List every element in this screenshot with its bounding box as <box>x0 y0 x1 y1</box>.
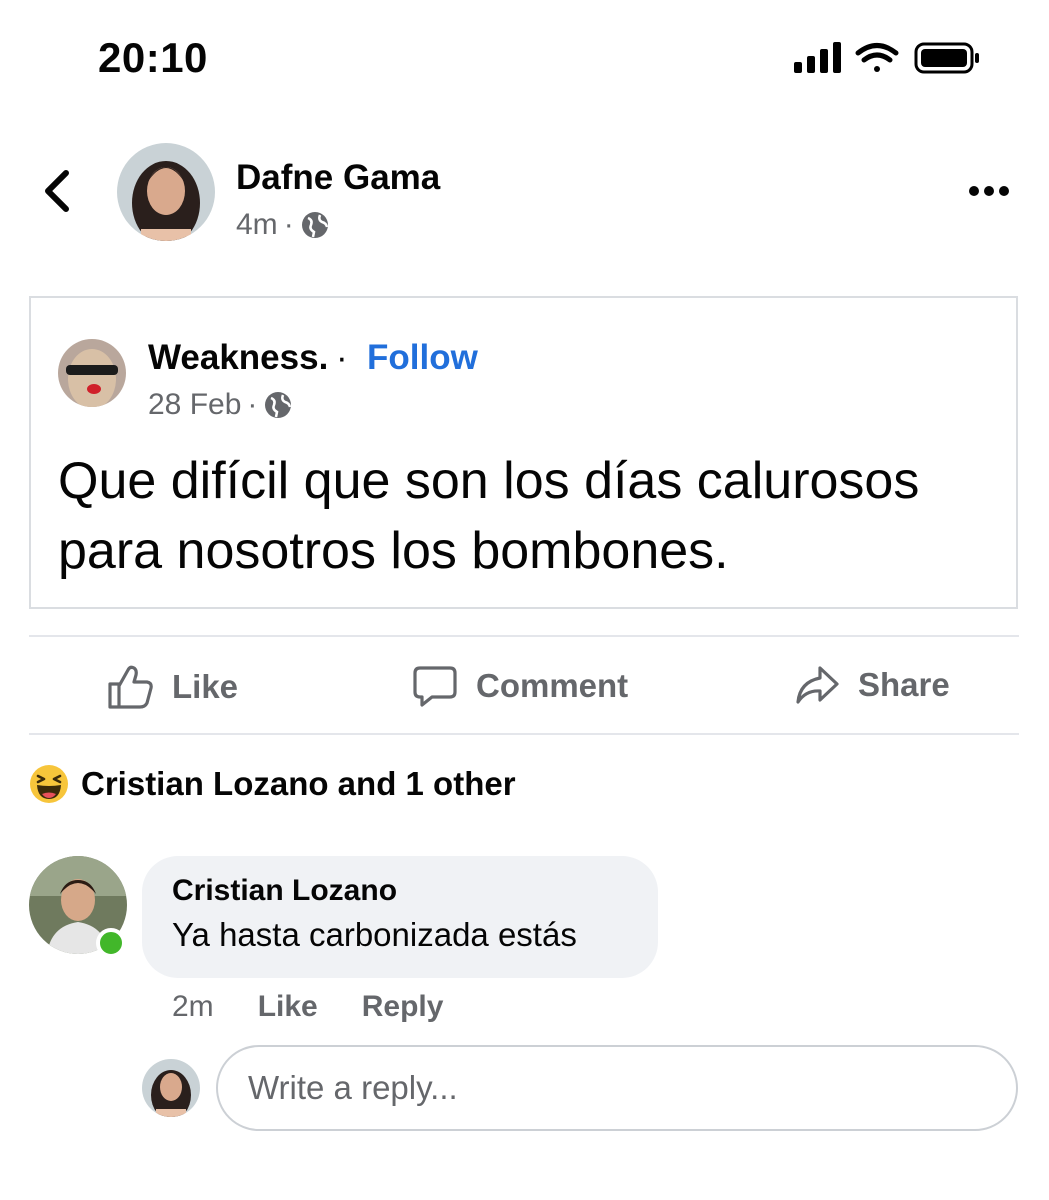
divider <box>29 733 1019 735</box>
comment-button[interactable]: Comment <box>412 664 628 708</box>
chevron-left-icon <box>45 170 69 212</box>
meta-separator: · <box>247 388 258 421</box>
reply-input[interactable]: Write a reply... <box>216 1045 1018 1131</box>
share-button[interactable]: Share <box>794 664 950 706</box>
follow-button[interactable]: Follow <box>367 338 478 378</box>
share-label: Share <box>858 666 950 703</box>
author-avatar[interactable] <box>117 143 215 241</box>
share-icon <box>796 666 839 704</box>
like-button[interactable]: Like <box>106 664 238 710</box>
meta-separator: · <box>283 208 294 241</box>
comment-label: Comment <box>476 667 629 704</box>
comment-bubble[interactable]: Cristian Lozano Ya hasta carbonizada est… <box>142 856 658 978</box>
follow-separator: · <box>336 338 348 377</box>
more-icon <box>969 186 1009 196</box>
wifi-icon <box>855 43 899 72</box>
comment-icon <box>413 666 457 707</box>
comment-like-button[interactable]: Like <box>258 990 318 1024</box>
comment-reply-button[interactable]: Reply <box>362 990 444 1024</box>
signal-icon <box>794 42 841 73</box>
reply-placeholder: Write a reply... <box>248 1069 458 1106</box>
online-status-dot <box>96 928 126 958</box>
post-time: 4m <box>236 208 278 241</box>
haha-emoji-icon <box>30 765 68 803</box>
reactions-summary[interactable]: Cristian Lozano and 1 other <box>29 764 516 804</box>
globe-icon <box>301 212 328 238</box>
shared-meta: 28 Feb · <box>148 388 293 422</box>
status-time: 20:10 <box>98 34 208 81</box>
shared-date: 28 Feb <box>148 388 242 421</box>
current-user-avatar <box>142 1059 200 1117</box>
comment-author[interactable]: Cristian Lozano <box>172 874 658 908</box>
reactions-text: Cristian Lozano and 1 other <box>81 765 516 802</box>
thumbs-up-icon <box>108 665 153 709</box>
more-options-button[interactable] <box>966 183 1012 204</box>
battery-icon <box>914 42 979 74</box>
like-label: Like <box>172 668 239 705</box>
comment-text: Ya hasta carbonizada estás <box>172 916 577 953</box>
comment-meta: 2m Like Reply <box>172 990 443 1024</box>
author-name[interactable]: Dafne Gama <box>236 158 440 198</box>
back-button[interactable] <box>38 165 78 217</box>
shared-author-name[interactable]: Weakness. <box>148 338 328 378</box>
shared-post-text: Que difícil que son los días calurosos p… <box>58 452 920 580</box>
status-icons <box>792 40 982 81</box>
shared-author-avatar[interactable] <box>58 339 126 407</box>
divider <box>29 635 1019 637</box>
comment-time: 2m <box>172 990 214 1023</box>
post-meta: 4m · <box>236 208 330 242</box>
globe-icon <box>265 392 292 418</box>
